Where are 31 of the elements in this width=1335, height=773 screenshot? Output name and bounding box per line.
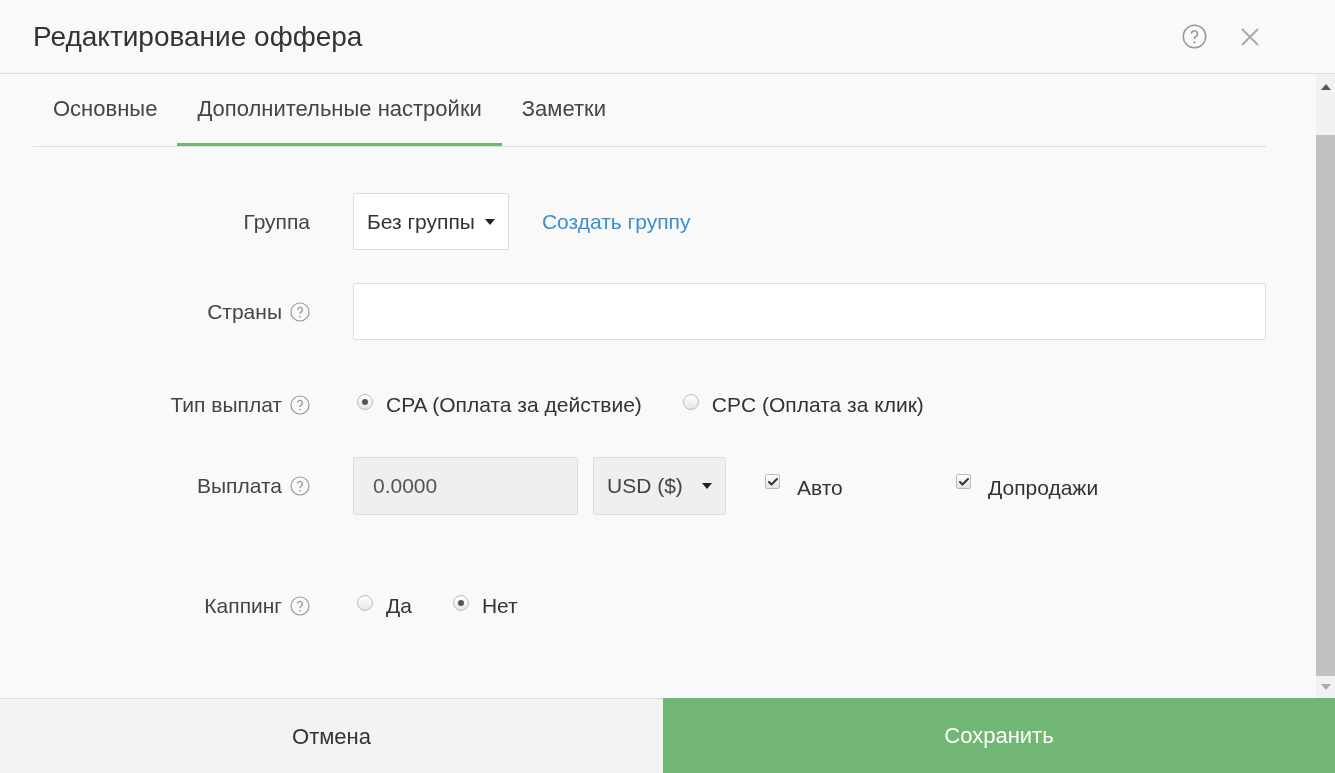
field-label: Тип выплат (170, 391, 282, 418)
help-icon[interactable] (290, 394, 310, 415)
countries-field[interactable] (353, 283, 1266, 340)
radio-button[interactable] (357, 594, 373, 611)
tab[interactable]: Заметки (501, 74, 626, 146)
field-label: Каппинг (204, 592, 282, 619)
radio-button[interactable] (682, 393, 699, 410)
radio-label: CPC (Оплата за клик) (711, 391, 924, 418)
help-icon[interactable] (290, 595, 310, 616)
field-label: Группа (243, 208, 310, 235)
help-icon[interactable] (290, 301, 310, 322)
checkbox-label: Авто (797, 474, 843, 501)
radio-label: CPA (Оплата за действие) (386, 391, 642, 418)
scrollbar[interactable] (1316, 74, 1335, 698)
radio-button[interactable] (452, 594, 469, 611)
help-icon[interactable] (1182, 24, 1207, 49)
radio-label: Нет (481, 592, 518, 619)
caret-icon (484, 218, 495, 225)
tab[interactable]: Дополнительные настройки (177, 74, 502, 146)
field-label: Страны (207, 298, 282, 325)
checkbox-label: Допродажи (988, 474, 1099, 501)
group-select[interactable]: Без группы (353, 193, 509, 250)
caret-icon (702, 482, 712, 489)
field-label: Выплата (197, 472, 282, 499)
dialog-title: Редактирование оффера (33, 19, 364, 54)
scroll-down-icon[interactable] (1320, 684, 1331, 690)
scroll-up-icon[interactable] (1320, 84, 1331, 90)
tab[interactable]: Основные (33, 74, 178, 146)
radio-label: Да (386, 592, 412, 619)
cancel-button[interactable]: Отмена (0, 698, 663, 773)
radio-button[interactable] (357, 393, 373, 410)
